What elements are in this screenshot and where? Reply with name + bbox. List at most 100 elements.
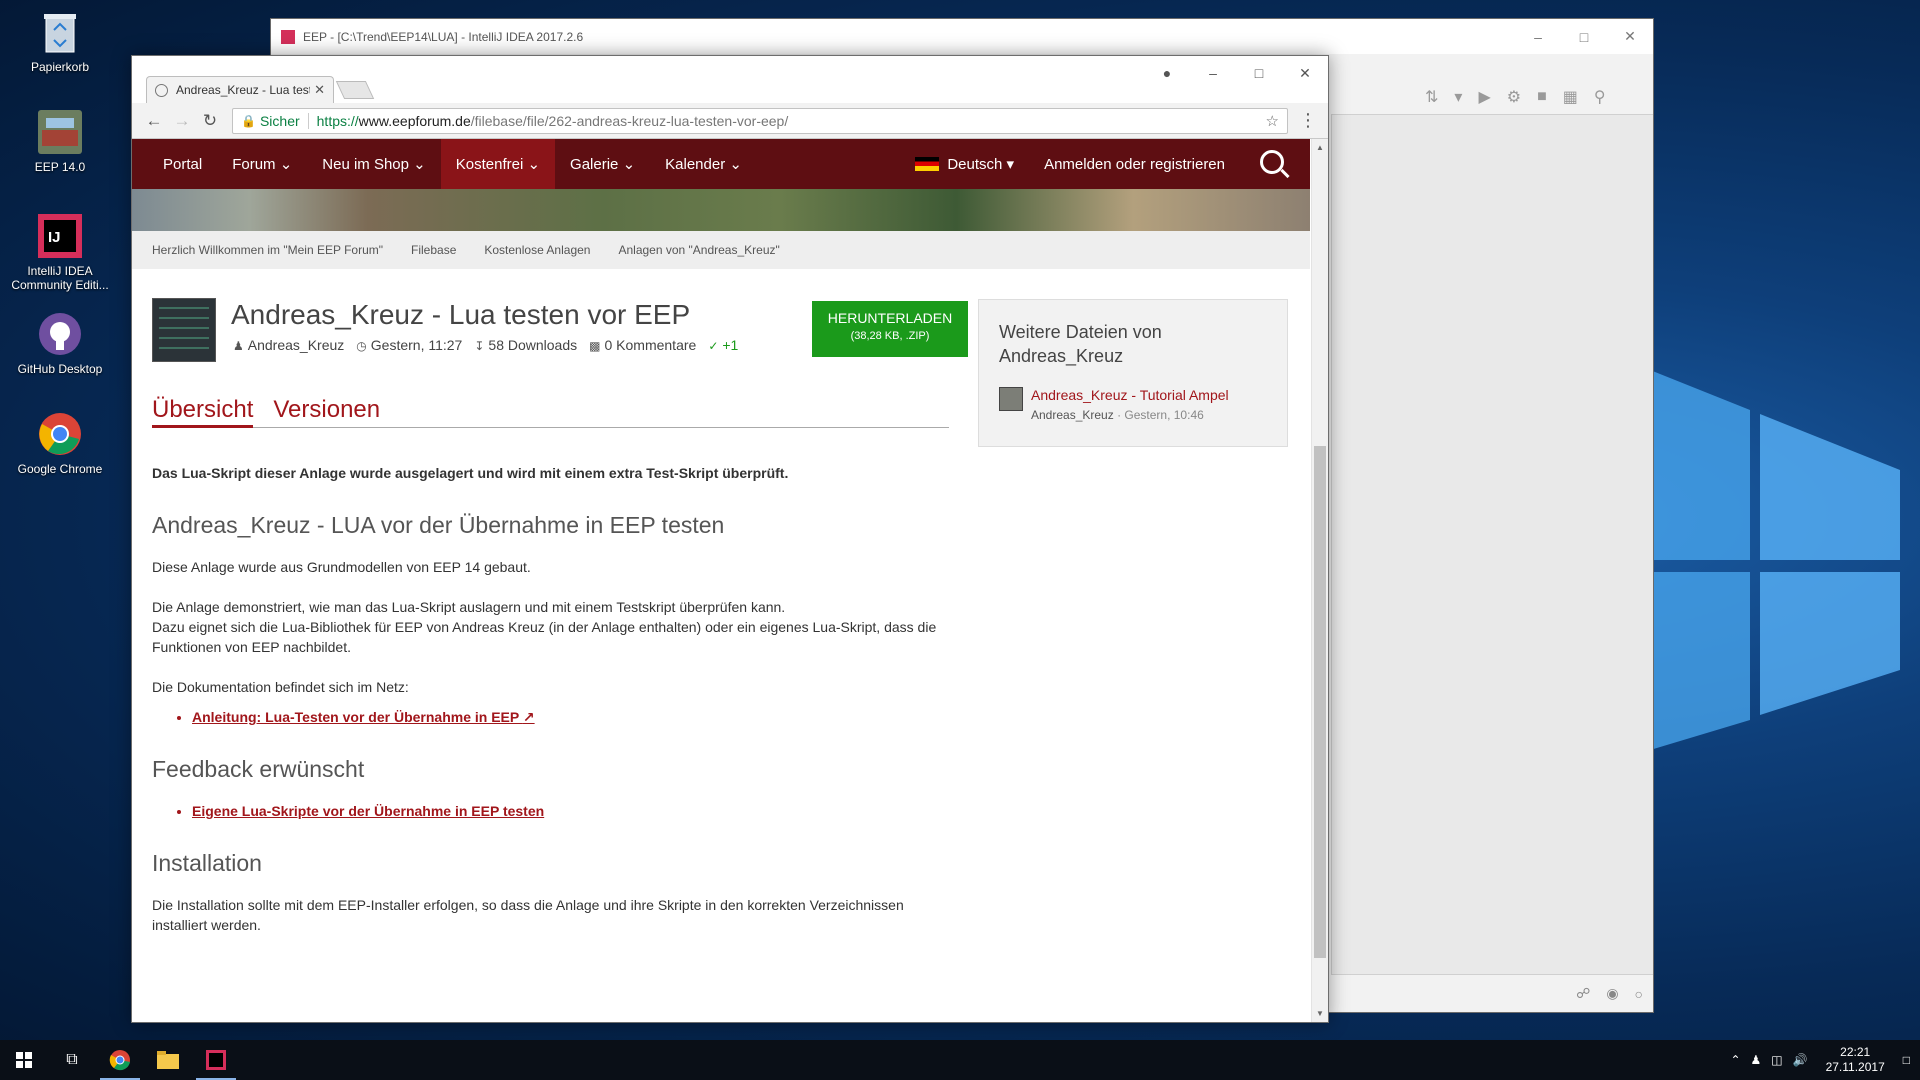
login-link[interactable]: Anmelden oder registrieren <box>1029 139 1240 189</box>
url-host: www.eepforum.de <box>358 112 471 129</box>
minimize-button[interactable]: – <box>1515 19 1561 54</box>
more-files-title: Weitere Dateien von Andreas_Kreuz <box>999 322 1162 366</box>
maximize-button[interactable]: □ <box>1561 19 1607 54</box>
paragraph: Die Anlage demonstriert, wie man das Lua… <box>152 599 937 655</box>
profile-icon[interactable]: ● <box>1144 56 1190 90</box>
secure-label: Sicher <box>260 112 309 129</box>
search-everywhere-icon[interactable]: ⚲ <box>1594 87 1606 107</box>
taskbar-chrome[interactable] <box>96 1040 144 1080</box>
reload-icon[interactable]: ↻ <box>196 111 224 131</box>
breadcrumb-item[interactable]: Anlagen von "Andreas_Kreuz" <box>618 243 779 257</box>
intellij-title: EEP - [C:\Trend\EEP14\LUA] - IntelliJ ID… <box>303 29 584 44</box>
browser-tab[interactable]: Andreas_Kreuz - Lua testen vor EEP ✕ <box>146 76 334 103</box>
forward-icon[interactable]: → <box>168 111 196 131</box>
sort-icon[interactable]: ⇅ <box>1425 87 1438 107</box>
breadcrumb-item[interactable]: Filebase <box>411 243 456 257</box>
download-info: (38,28 KB, .ZIP) <box>850 330 930 342</box>
globe-icon <box>155 83 168 97</box>
volume-icon[interactable]: 🔊 <box>1793 1053 1808 1067</box>
network-icon[interactable]: ◫ <box>1771 1053 1782 1067</box>
more-files-box: Weitere Dateien von Andreas_Kreuz Andrea… <box>978 299 1288 447</box>
tab-versionen[interactable]: Versionen <box>273 396 380 427</box>
bookmark-star-icon[interactable]: ☆ <box>1266 112 1279 130</box>
tab-uebersicht[interactable]: Übersicht <box>152 396 254 428</box>
nav-neu-im-shop[interactable]: Neu im Shop ⌄ <box>307 139 440 189</box>
file-description: Das Lua-Skript dieser Anlage wurde ausge… <box>152 463 942 955</box>
chrome-menu-icon[interactable]: ⋮ <box>1296 110 1320 131</box>
paragraph: Diese Anlage wurde aus Grundmodellen von… <box>152 559 531 575</box>
nav-galerie[interactable]: Galerie ⌄ <box>555 139 650 189</box>
file-thumbnail[interactable] <box>999 387 1023 411</box>
breadcrumb: Herzlich Willkommen im "Mein EEP Forum" … <box>132 231 1310 269</box>
breadcrumb-item[interactable]: Kostenlose Anlagen <box>484 243 590 257</box>
run-icon[interactable]: ▶ <box>1478 87 1490 107</box>
paragraph: Die Dokumentation befindet sich im Netz: <box>152 679 409 695</box>
scrollbar-thumb[interactable] <box>1314 446 1326 958</box>
start-button[interactable] <box>0 1040 48 1080</box>
scroll-down-icon[interactable]: ▼ <box>1312 1005 1328 1022</box>
chevron-down-icon: ⌄ <box>527 156 541 173</box>
page-scrollbar[interactable]: ▲ ▼ <box>1311 139 1328 1022</box>
new-tab-button[interactable] <box>335 81 375 99</box>
maximize-button[interactable]: □ <box>1236 56 1282 90</box>
related-file-meta: Andreas_Kreuz · Gestern, 10:46 <box>1031 408 1204 422</box>
run-config-dropdown-icon[interactable]: ▾ <box>1454 87 1462 107</box>
nav-kalender[interactable]: Kalender ⌄ <box>650 139 757 189</box>
scroll-up-icon[interactable]: ▲ <box>1312 139 1328 156</box>
url-path: /filebase/file/262-andreas-kreuz-lua-tes… <box>470 112 789 129</box>
svg-text:IJ: IJ <box>48 229 61 246</box>
tray-overflow-icon[interactable]: ⌃ <box>1730 1053 1740 1067</box>
clock-icon: ◷ <box>356 339 367 353</box>
desktop-icon-recycle-bin[interactable]: Papierkorb <box>8 8 112 74</box>
lock-icon[interactable]: ☍ <box>1576 985 1590 1002</box>
doc-link[interactable]: Anleitung: Lua-Testen vor der Übernahme … <box>192 707 942 727</box>
external-link-icon: ↗ <box>522 709 535 725</box>
comments-icon: ▩ <box>589 339 601 353</box>
nav-forum[interactable]: Forum ⌄ <box>217 139 307 189</box>
download-button[interactable]: HERUNTERLADEN (38,28 KB, .ZIP) <box>812 301 968 357</box>
minimize-button[interactable]: – <box>1190 56 1236 90</box>
debug-icon[interactable]: ⚙ <box>1507 87 1521 107</box>
file-likes[interactable]: ✓ +1 <box>708 337 738 353</box>
people-icon[interactable]: ♟ <box>1751 1053 1762 1067</box>
notifications-icon[interactable]: ○ <box>1635 986 1643 1002</box>
system-clock[interactable]: 22:21 27.11.2017 <box>1826 1045 1885 1075</box>
github-icon <box>36 310 84 358</box>
desktop-icon-chrome[interactable]: Google Chrome <box>8 410 112 476</box>
chrome-window[interactable]: Andreas_Kreuz - Lua testen vor EEP ✕ ● –… <box>131 55 1329 1023</box>
file-author[interactable]: ♟ Andreas_Kreuz <box>233 337 344 353</box>
close-button[interactable]: ✕ <box>1282 56 1328 90</box>
intellij-titlebar[interactable]: EEP - [C:\Trend\EEP14\LUA] - IntelliJ ID… <box>271 19 1653 54</box>
chevron-down-icon: ⌄ <box>413 156 426 173</box>
related-file-link[interactable]: Andreas_Kreuz - Tutorial Ampel <box>1031 387 1229 403</box>
project-structure-icon[interactable]: ▦ <box>1563 87 1578 107</box>
search-icon[interactable] <box>1260 150 1284 174</box>
desktop-icon-github[interactable]: GitHub Desktop <box>8 310 112 376</box>
nav-kostenfrei[interactable]: Kostenfrei ⌄ <box>440 139 556 189</box>
file-comments[interactable]: ▩ 0 Kommentare <box>589 337 696 353</box>
taskbar-intellij[interactable] <box>192 1040 240 1080</box>
taskbar-file-explorer[interactable] <box>144 1040 192 1080</box>
file-date: ◷ Gestern, 11:27 <box>356 337 463 353</box>
stop-icon[interactable]: ■ <box>1537 88 1547 106</box>
event-log-icon[interactable]: ◉ <box>1606 985 1618 1002</box>
notifications-icon[interactable]: □ <box>1903 1053 1910 1067</box>
recycle-bin-icon <box>36 8 84 56</box>
desktop-icon-eep[interactable]: EEP 14.0 <box>8 108 112 174</box>
site-navigation: Portal Forum ⌄ Neu im Shop ⌄ Kostenfrei … <box>132 139 1310 189</box>
tab-close-icon[interactable]: ✕ <box>314 82 325 98</box>
german-flag-icon <box>915 157 940 171</box>
feedback-link[interactable]: Eigene Lua-Skripte vor der Übernahme in … <box>192 801 942 821</box>
paragraph: Die Installation sollte mit dem EEP-Inst… <box>152 897 904 933</box>
desktop-icon-intellij[interactable]: IJ IntelliJ IDEA Community Editi... <box>8 212 112 292</box>
user-icon: ♟ <box>233 339 244 353</box>
task-view-button[interactable]: ⧉ <box>48 1040 96 1080</box>
breadcrumb-item[interactable]: Herzlich Willkommen im "Mein EEP Forum" <box>152 243 383 257</box>
address-bar[interactable]: 🔒 Sicher https://www.eepforum.de/filebas… <box>232 107 1288 134</box>
chrome-icon <box>109 1050 130 1071</box>
language-selector[interactable]: Deutsch ▾ <box>900 139 1029 189</box>
nav-portal[interactable]: Portal <box>148 139 217 189</box>
file-meta: ♟ Andreas_Kreuz ◷ Gestern, 11:27 ↧ 58 Downl… <box>233 337 738 353</box>
close-button[interactable]: ✕ <box>1607 19 1653 54</box>
back-icon[interactable]: ← <box>140 111 168 131</box>
